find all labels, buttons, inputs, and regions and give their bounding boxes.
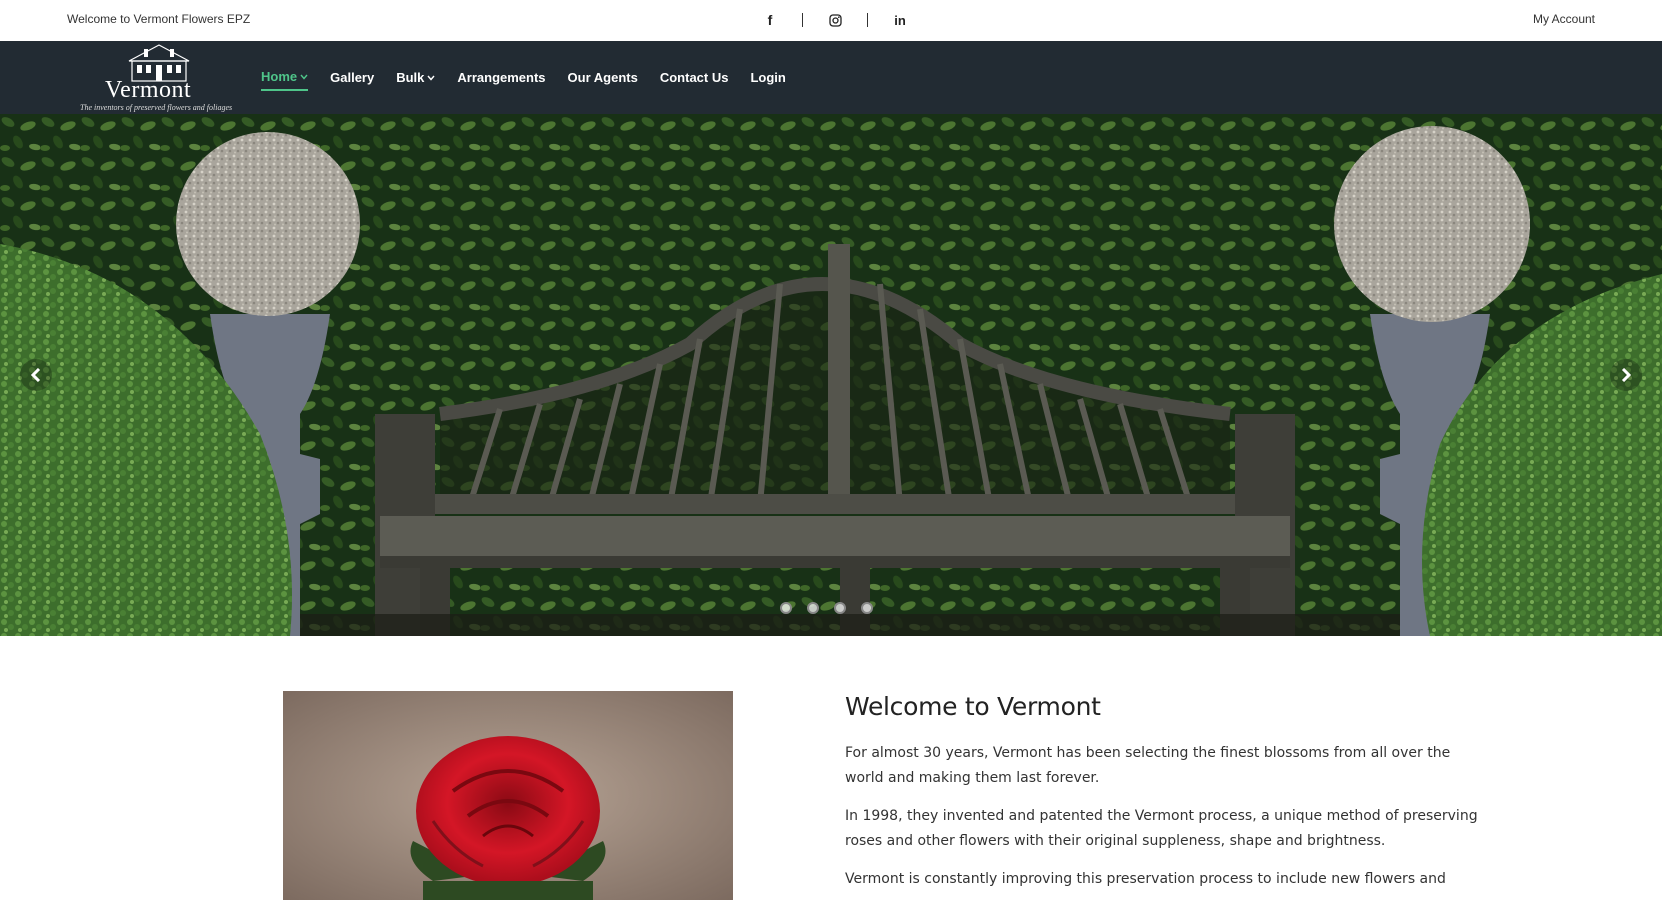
nav-item-our-agents[interactable]: Our Agents (568, 65, 638, 91)
chevron-left-icon (31, 368, 41, 382)
welcome-heading: Welcome to Vermont (845, 692, 1101, 721)
slider-dot[interactable] (834, 602, 846, 614)
nav-item-home[interactable]: Home (261, 65, 309, 91)
top-bar: Welcome to Vermont Flowers EPZ f in My A… (0, 0, 1662, 41)
vermont-logo[interactable]: Vermont The inventors of preserved flowe… (80, 43, 240, 113)
nav-item-label: Login (750, 70, 786, 85)
welcome-paragraph: Vermont is constantly improving this pre… (845, 871, 1446, 887)
main-navbar: Vermont The inventors of preserved flowe… (0, 41, 1662, 114)
linkedin-icon[interactable]: in (890, 10, 910, 30)
nav-item-login[interactable]: Login (750, 65, 785, 91)
nav-item-arrangements[interactable]: Arrangements (457, 65, 545, 91)
nav-menu: Home Gallery Bulk Arrangements Our Agent… (261, 41, 808, 114)
slider-dots (780, 602, 888, 614)
chevron-down-icon (300, 74, 308, 80)
slider-dot[interactable] (780, 602, 792, 614)
hero-garden-bench-image (0, 114, 1662, 636)
slider-prev-button[interactable] (20, 359, 52, 391)
my-account-link[interactable]: My Account (1533, 12, 1595, 26)
red-rose-image (283, 691, 733, 900)
welcome-section: Welcome to Vermont For almost 30 years, … (845, 692, 1485, 905)
slider-dot[interactable] (807, 602, 819, 614)
social-divider (867, 13, 868, 27)
welcome-paragraph: In 1998, they invented and patented the … (845, 808, 1478, 849)
hero-slider (0, 114, 1662, 636)
nav-item-label: Gallery (330, 70, 375, 85)
facebook-icon[interactable]: f (760, 10, 780, 30)
nav-item-label: Arrangements (457, 70, 546, 85)
logo-wordmark: Vermont (105, 77, 192, 103)
welcome-text: Welcome to Vermont Flowers EPZ (67, 12, 251, 26)
social-divider (802, 13, 803, 27)
nav-item-bulk[interactable]: Bulk (396, 65, 435, 91)
nav-item-gallery[interactable]: Gallery (330, 65, 374, 91)
nav-item-label: Contact Us (659, 70, 729, 85)
linkedin-glyph: in (894, 12, 906, 28)
slider-next-button[interactable] (1610, 359, 1642, 391)
chevron-down-icon (427, 75, 435, 81)
welcome-paragraph: For almost 30 years, Vermont has been se… (845, 745, 1451, 786)
instagram-icon[interactable] (825, 10, 845, 30)
slider-dot[interactable] (861, 602, 873, 614)
facebook-glyph: f (767, 12, 773, 28)
nav-item-label: Home (261, 69, 298, 84)
chevron-right-icon (1621, 368, 1631, 382)
logo-tagline: The inventors of preserved flowers and f… (80, 103, 233, 112)
nav-item-label: Bulk (396, 70, 425, 85)
nav-item-contact-us[interactable]: Contact Us (660, 65, 729, 91)
nav-item-label: Our Agents (567, 70, 638, 85)
social-links: f in (760, 10, 910, 30)
